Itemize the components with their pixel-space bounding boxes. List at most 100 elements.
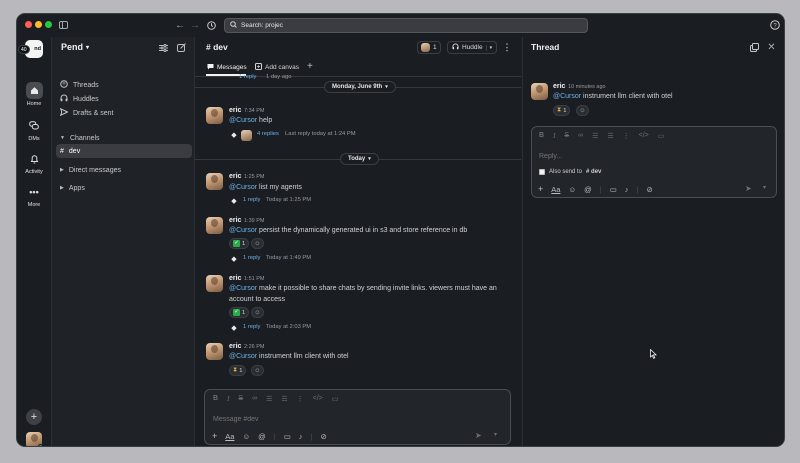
microphone-icon[interactable]: ♪ bbox=[625, 185, 629, 194]
date-divider-monday[interactable]: Monday, June 9th ▾ bbox=[324, 81, 396, 93]
code-block-icon[interactable]: ▭ bbox=[658, 132, 665, 140]
blockquote-icon[interactable]: ⋮ bbox=[623, 132, 630, 140]
video-icon[interactable]: ▭ bbox=[284, 432, 291, 441]
strikethrough-icon[interactable]: S bbox=[564, 132, 569, 140]
message-avatar[interactable] bbox=[206, 343, 223, 360]
reply-count-link[interactable]: 1 reply bbox=[243, 324, 260, 330]
mention-cursor[interactable]: @Cursor bbox=[229, 184, 257, 191]
message-avatar[interactable] bbox=[206, 275, 223, 292]
text-format-icon[interactable]: Aa bbox=[225, 432, 234, 441]
video-icon[interactable]: ▭ bbox=[610, 185, 617, 194]
rail-home[interactable]: Home bbox=[17, 82, 51, 107]
message-author[interactable]: eric bbox=[229, 343, 241, 350]
apps-section-toggle[interactable]: ▶ Apps bbox=[60, 182, 85, 194]
also-send-checkbox[interactable] bbox=[539, 169, 545, 175]
blockquote-icon[interactable]: ⋮ bbox=[297, 395, 304, 403]
microphone-icon[interactable]: ♪ bbox=[299, 432, 303, 441]
slash-command-icon[interactable]: ⊘ bbox=[321, 432, 327, 441]
message-avatar[interactable] bbox=[206, 217, 223, 234]
forward-arrow-icon[interactable]: → bbox=[189, 19, 201, 31]
mention-cursor[interactable]: @Cursor bbox=[553, 93, 581, 100]
history-icon[interactable] bbox=[205, 19, 217, 31]
thread-time[interactable]: 10 minutes ago bbox=[568, 84, 606, 90]
channels-section-toggle[interactable]: ▼ Channels bbox=[60, 132, 100, 144]
ordered-list-icon[interactable]: ☰ bbox=[266, 395, 272, 403]
message-time[interactable]: 7:34 PM bbox=[244, 108, 264, 114]
mention-cursor[interactable]: @Cursor bbox=[229, 285, 257, 292]
link-icon[interactable]: ∞ bbox=[252, 395, 257, 403]
chevron-down-icon[interactable]: ▾ bbox=[494, 431, 497, 438]
message-author[interactable]: eric bbox=[229, 217, 241, 224]
sidebar-toggle-icon[interactable] bbox=[57, 19, 69, 31]
mention-icon[interactable]: @ bbox=[258, 432, 266, 441]
message-input[interactable] bbox=[213, 413, 493, 425]
add-reaction-icon[interactable]: ☺ bbox=[251, 307, 264, 318]
ordered-list-icon[interactable]: ☰ bbox=[592, 132, 598, 140]
add-reaction-icon[interactable]: ☺ bbox=[576, 105, 589, 116]
send-icon[interactable]: ➤ bbox=[475, 431, 482, 440]
tab-add-canvas[interactable]: Add canvas bbox=[255, 63, 299, 72]
italic-icon[interactable]: I bbox=[227, 395, 229, 403]
reply-count-link[interactable]: 1 reply bbox=[243, 197, 260, 203]
code-icon[interactable]: </> bbox=[313, 395, 323, 403]
thread-popout-icon[interactable] bbox=[749, 42, 760, 53]
bold-icon[interactable]: B bbox=[213, 395, 218, 403]
mention-cursor[interactable]: @Cursor bbox=[229, 227, 257, 234]
minimize-window-button[interactable] bbox=[35, 21, 42, 28]
compose-icon[interactable] bbox=[176, 42, 187, 53]
sidebar-item-huddles[interactable]: Huddles bbox=[60, 93, 99, 105]
thread-avatar[interactable] bbox=[531, 83, 548, 100]
help-icon[interactable]: ? bbox=[769, 19, 781, 31]
message-avatar[interactable] bbox=[206, 173, 223, 190]
reaction-hourglass[interactable]: ⧗ 1 bbox=[553, 105, 571, 116]
date-divider-today[interactable]: Today ▾ bbox=[340, 153, 379, 165]
back-arrow-icon[interactable]: ← bbox=[174, 19, 186, 31]
code-block-icon[interactable]: ▭ bbox=[332, 395, 339, 403]
add-reaction-icon[interactable]: ☺ bbox=[251, 238, 264, 249]
bulleted-list-icon[interactable]: ☰ bbox=[607, 132, 613, 140]
add-workspace-button[interactable]: + bbox=[26, 409, 42, 425]
rail-more[interactable]: ••• More bbox=[17, 183, 51, 209]
link-icon[interactable]: ∞ bbox=[578, 132, 583, 140]
message-time[interactable]: 2:26 PM bbox=[244, 344, 264, 350]
close-window-button[interactable] bbox=[25, 21, 32, 28]
thread-author[interactable]: eric bbox=[553, 83, 565, 90]
bulleted-list-icon[interactable]: ☰ bbox=[281, 395, 287, 403]
dm-section-toggle[interactable]: ▶ Direct messages bbox=[60, 164, 121, 176]
emoji-icon[interactable]: ☺ bbox=[568, 185, 576, 194]
add-reaction-icon[interactable]: ☺ bbox=[251, 365, 264, 376]
strikethrough-icon[interactable]: S bbox=[238, 395, 243, 403]
message-author[interactable]: eric bbox=[229, 107, 241, 114]
close-thread-icon[interactable]: ✕ bbox=[766, 42, 777, 53]
reaction-hourglass[interactable]: ⧗ 1 bbox=[229, 365, 247, 376]
code-icon[interactable]: </> bbox=[639, 132, 649, 140]
message-author[interactable]: eric bbox=[229, 173, 241, 180]
send-icon[interactable]: ➤ bbox=[745, 184, 752, 193]
message-avatar[interactable] bbox=[206, 107, 223, 124]
plus-icon[interactable]: + bbox=[212, 431, 217, 441]
tab-messages[interactable]: Messages bbox=[207, 63, 247, 72]
rail-dms[interactable]: DMs bbox=[17, 117, 51, 142]
channel-kebab-icon[interactable]: ⋮ bbox=[503, 42, 512, 53]
sidebar-item-drafts[interactable]: Drafts & sent bbox=[59, 107, 113, 119]
huddle-button[interactable]: Huddle ▾ bbox=[447, 41, 497, 54]
text-format-icon[interactable]: Aa bbox=[551, 185, 560, 194]
zoom-window-button[interactable] bbox=[45, 21, 52, 28]
reply-count-link[interactable]: 1 reply bbox=[243, 255, 260, 261]
reply-input[interactable] bbox=[539, 150, 764, 162]
message-time[interactable]: 1:25 PM bbox=[244, 174, 264, 180]
channel-title[interactable]: # dev bbox=[206, 42, 228, 52]
reply-count-link[interactable]: 4 replies bbox=[257, 131, 279, 137]
mention-cursor[interactable]: @Cursor bbox=[229, 117, 257, 124]
sidebar-item-threads[interactable]: Threads bbox=[60, 79, 99, 91]
chevron-down-icon[interactable]: ▾ bbox=[763, 184, 766, 191]
plus-icon[interactable]: + bbox=[538, 184, 543, 194]
mention-cursor[interactable]: @Cursor bbox=[229, 353, 257, 360]
emoji-icon[interactable]: ☺ bbox=[242, 432, 250, 441]
search-bar[interactable]: Search: projec bbox=[224, 18, 588, 33]
add-tab-icon[interactable]: + bbox=[307, 61, 313, 72]
workspace-menu[interactable]: Pend ▾ bbox=[61, 42, 89, 52]
reaction-checkmark[interactable]: ✓ 1 bbox=[229, 238, 250, 249]
bold-icon[interactable]: B bbox=[539, 132, 544, 140]
italic-icon[interactable]: I bbox=[553, 132, 555, 140]
